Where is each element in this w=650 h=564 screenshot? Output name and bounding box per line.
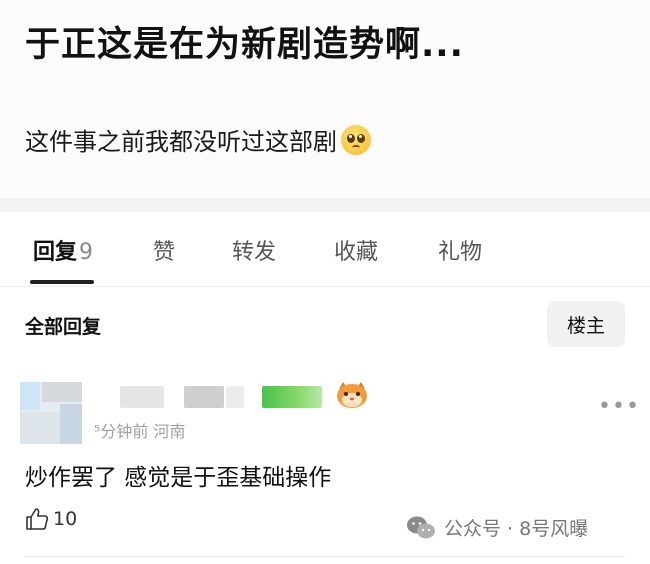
tab-replies[interactable]: 回复9 [33, 234, 93, 266]
comment-divider [25, 556, 625, 557]
avatar[interactable] [20, 382, 82, 444]
username-blurred[interactable] [120, 386, 164, 408]
post: 于正这是在为新剧造势啊... 这件事之前我都没听过这部剧 [0, 0, 650, 198]
tab-bar: 回复9 赞 转发 收藏 礼物 [0, 228, 650, 286]
comment-meta: ⁵分钟前 河南 [94, 418, 186, 442]
tabs-divider [0, 286, 650, 287]
pleading-face-emoji-icon [341, 124, 371, 155]
tab-favorites[interactable]: 收藏 [334, 234, 378, 266]
comment-item: ⁵分钟前 河南 ••• 炒作罢了 感觉是于歪基础操作 10 公众号 · 8号风曝 [0, 370, 650, 560]
thumbs-up-icon [26, 508, 49, 530]
wechat-icon [407, 516, 435, 538]
comment-time: ⁵分钟前 [94, 422, 149, 441]
more-dots-icon[interactable]: ••• [598, 394, 640, 419]
tab-reposts[interactable]: 转发 [232, 234, 276, 266]
post-body: 这件事之前我都没听过这部剧 [25, 122, 371, 157]
cat-badge-icon [337, 382, 367, 408]
tab-gifts[interactable]: 礼物 [438, 234, 482, 266]
watermark: 公众号 · 8号风曝 [406, 514, 588, 541]
active-tab-indicator [30, 280, 94, 284]
comment-location: 河南 [153, 422, 186, 441]
like-count: 10 [53, 508, 78, 530]
post-body-text: 这件事之前我都没听过这部剧 [25, 128, 337, 156]
user-level-badge [262, 386, 322, 408]
post-title: 于正这是在为新剧造势啊... [25, 25, 464, 65]
username-blurred-part [226, 386, 244, 408]
section-divider [0, 198, 650, 212]
all-replies-label: 全部回复 [25, 316, 102, 338]
username-blurred-part [184, 386, 224, 408]
tab-replies-label: 回复 [33, 240, 78, 265]
tab-replies-count: 9 [79, 240, 94, 265]
watermark-text: 公众号 · 8号风曝 [444, 518, 589, 540]
op-only-button[interactable]: 楼主 [547, 301, 625, 347]
comment-text: 炒作罢了 感觉是于歪基础操作 [25, 465, 332, 491]
tab-likes[interactable]: 赞 [153, 234, 175, 266]
like-button[interactable]: 10 [24, 506, 77, 532]
